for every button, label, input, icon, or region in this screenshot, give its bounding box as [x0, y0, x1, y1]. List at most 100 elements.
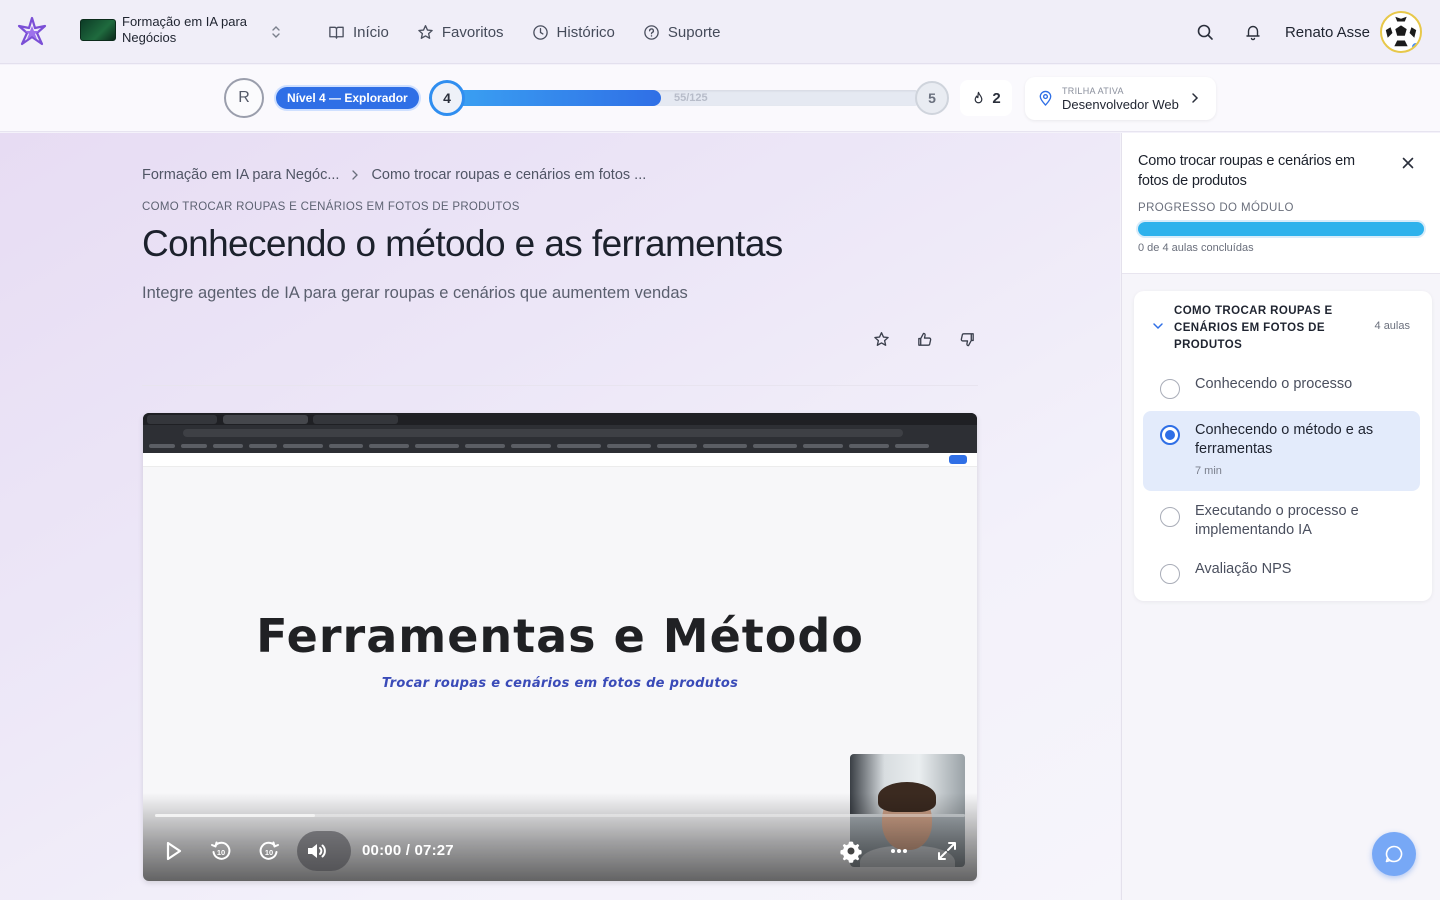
forward-10-button[interactable]: 10 — [252, 831, 286, 871]
lesson-status-radio — [1160, 564, 1180, 584]
close-sidebar-button[interactable] — [1398, 153, 1418, 173]
active-track-card[interactable]: TRILHA ATIVA Desenvolvedor Web — [1025, 77, 1216, 120]
nav-suporte[interactable]: Suporte — [643, 23, 721, 41]
module-progress-count: 0 de 4 aulas concluídas — [1138, 242, 1254, 254]
lesson-item[interactable]: Executando o processo e implementando IA — [1143, 495, 1420, 549]
profile-initial-avatar[interactable]: R — [224, 78, 264, 118]
streak-counter[interactable]: 2 — [960, 80, 1012, 116]
lesson-status-radio — [1160, 379, 1180, 399]
more-horizontal-icon — [891, 849, 907, 853]
nav-historico[interactable]: Histórico — [532, 24, 615, 41]
help-circle-icon — [644, 24, 659, 40]
rewind-10-icon: 10 — [211, 841, 231, 860]
current-level-marker: 4 — [429, 80, 465, 116]
module-sidebar: Como trocar roupas e cenários em fotos d… — [1121, 133, 1440, 900]
svg-text:10: 10 — [217, 848, 225, 857]
user-name[interactable]: Renato Asse — [1285, 24, 1370, 41]
volume-button[interactable] — [300, 831, 334, 871]
lesson-item-duration: 7 min — [1195, 465, 1222, 477]
flame-icon — [974, 91, 983, 103]
organization-switcher[interactable]: Formação em IA para Negócios — [80, 14, 290, 46]
streak-count: 2 — [992, 89, 1001, 107]
lesson-item-active[interactable]: Conhecendo o método e as ferramentas 7 m… — [1143, 411, 1420, 491]
level-badge: Nível 4 — Explorador — [276, 87, 419, 109]
xp-progress-bar: 55/125 — [456, 90, 922, 106]
volume-icon — [308, 844, 326, 858]
lesson-title: Conhecendo o método e as ferramentas — [142, 223, 783, 264]
video-buffer-fill — [155, 814, 315, 817]
breadcrumb-course[interactable]: Formação em IA para Negóc... — [142, 167, 339, 183]
search-button[interactable] — [1181, 10, 1229, 54]
thumbs-down-icon — [960, 332, 974, 346]
bell-icon — [1246, 25, 1260, 41]
lesson-status-radio — [1160, 507, 1180, 527]
organization-name: Formação em IA para Negócios — [122, 14, 247, 45]
lesson-actions — [868, 326, 980, 352]
dislike-button[interactable] — [954, 326, 980, 352]
nav-inicio-label: Início — [353, 23, 389, 41]
video-seek-bar[interactable] — [155, 814, 965, 817]
nav-favoritos[interactable]: Favoritos — [417, 24, 504, 41]
video-time: 00:00 / 07:27 — [362, 842, 454, 859]
lesson-item-title: Conhecendo o método e as ferramentas — [1195, 422, 1374, 457]
fullscreen-button[interactable] — [930, 831, 964, 871]
gamification-strip: R Nível 4 — Explorador 4 55/125 5 2 TRIL… — [0, 65, 1440, 132]
search-icon — [1197, 24, 1213, 40]
clock-icon — [532, 24, 548, 40]
nav-inicio[interactable]: Início — [328, 24, 389, 41]
like-button[interactable] — [911, 326, 937, 352]
more-options-button[interactable] — [882, 831, 916, 871]
user-avatar[interactable] — [1380, 11, 1422, 53]
svg-text:10: 10 — [265, 848, 273, 857]
breadcrumb-module[interactable]: Como trocar roupas e cenários em fotos .… — [371, 167, 646, 183]
star-icon — [418, 24, 433, 39]
lesson-main: Formação em IA para Negóc... Como trocar… — [0, 133, 1120, 900]
chevron-right-icon — [1192, 93, 1199, 103]
nav-suporte-label: Suporte — [667, 23, 721, 41]
chat-support-button[interactable] — [1372, 832, 1416, 876]
forward-10-icon: 10 — [259, 841, 279, 860]
lesson-item-title: Executando o processo e implementando IA — [1195, 503, 1359, 538]
lesson-status-radio-selected — [1160, 425, 1180, 445]
sparkle-star-logo[interactable] — [16, 16, 48, 48]
lesson-subtitle: Integre agentes de IA para gerar roupas … — [142, 284, 688, 302]
next-level-marker: 5 — [915, 81, 949, 115]
active-track-name: Desenvolvedor Web — [1062, 96, 1179, 112]
play-icon — [166, 841, 182, 861]
gear-icon — [840, 841, 862, 863]
nav-historico-label: Histórico — [556, 23, 615, 41]
recorded-browser-tabs — [143, 413, 977, 425]
module-lesson-count: 4 aulas — [1374, 320, 1410, 332]
slide-subtitle: Trocar roupas e cenários em fotos de pro… — [381, 676, 739, 691]
breadcrumb: Formação em IA para Negóc... Como trocar… — [142, 167, 646, 183]
fullscreen-icon — [938, 842, 956, 860]
notifications-button[interactable] — [1229, 10, 1277, 54]
module-lessons-card: COMO TROCAR ROUPAS E CENÁRIOS EM FOTOS D… — [1134, 291, 1432, 601]
map-pin-icon — [1039, 90, 1052, 106]
lesson-item[interactable]: Avaliação NPS — [1143, 553, 1420, 593]
lesson-item-title: Avaliação NPS — [1195, 561, 1292, 577]
chevron-up-down-icon — [272, 26, 280, 38]
organization-thumbnail — [80, 19, 116, 41]
xp-progress-text: 55/125 — [674, 92, 708, 104]
module-title[interactable]: COMO TROCAR ROUPAS E CENÁRIOS EM FOTOS D… — [1174, 303, 1344, 354]
lesson-item[interactable]: Conhecendo o processo — [1143, 363, 1420, 409]
online-status-dot — [1410, 41, 1420, 51]
module-eyebrow: COMO TROCAR ROUPAS E CENÁRIOS EM FOTOS D… — [142, 201, 520, 213]
settings-button[interactable] — [834, 831, 868, 871]
favorite-button[interactable] — [868, 326, 894, 352]
chevron-down-icon[interactable] — [1152, 321, 1164, 331]
main-nav: Início Favoritos Histórico Suporte — [328, 0, 720, 64]
lesson-item-title: Conhecendo o processo — [1195, 376, 1353, 392]
star-icon — [873, 331, 889, 346]
section-divider — [142, 385, 978, 386]
recorded-app-badge — [949, 455, 967, 464]
video-controls: 10 10 00:00 / 07:27 — [143, 831, 977, 871]
recorded-url-bar — [183, 429, 903, 437]
module-progress-label: PROGRESSO DO MÓDULO — [1138, 202, 1294, 214]
rewind-10-button[interactable]: 10 — [204, 831, 238, 871]
top-bar: Formação em IA para Negócios Início Favo… — [0, 0, 1440, 64]
chat-bubble-icon — [1385, 845, 1403, 863]
play-button[interactable] — [156, 831, 190, 871]
video-player[interactable]: Ferramentas e Método Trocar roupas e cen… — [143, 413, 977, 881]
